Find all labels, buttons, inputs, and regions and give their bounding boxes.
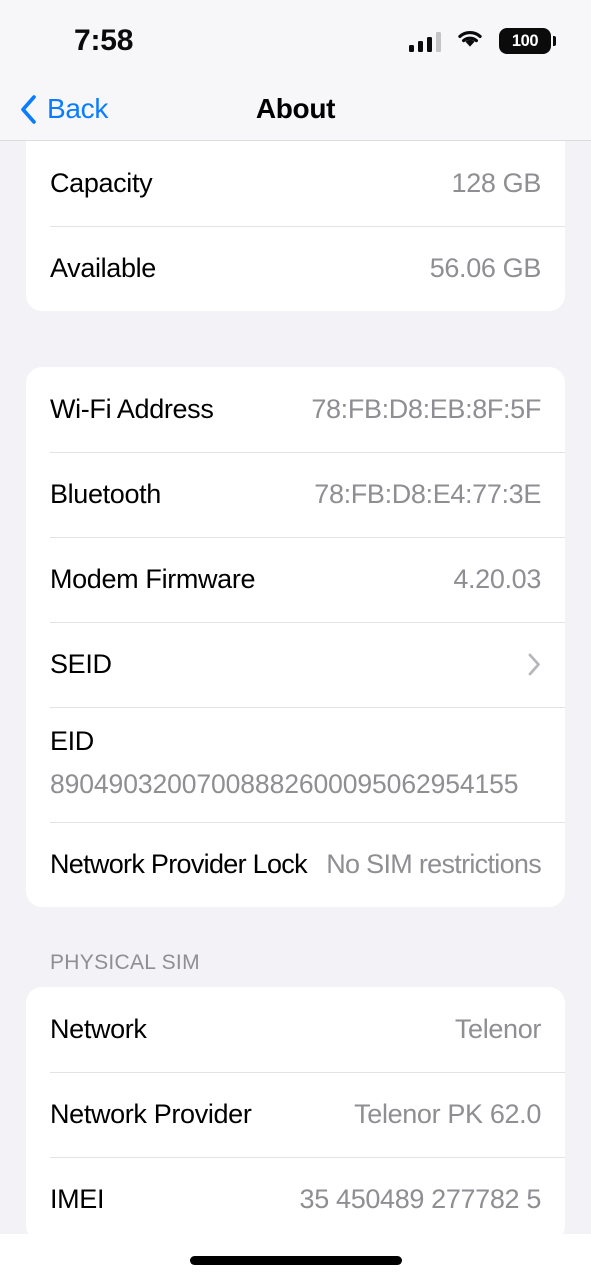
row-value: 128 GB (451, 168, 542, 198)
table-row-bluetooth[interactable]: Bluetooth 78:FB:D8:E4:77:3E (26, 452, 565, 537)
back-button-label: Back (47, 93, 109, 124)
row-label: SEID (50, 649, 112, 679)
row-value: Telenor (454, 1014, 541, 1044)
table-row-network[interactable]: Network Telenor (26, 987, 565, 1072)
section-device-identifiers: Wi-Fi Address 78:FB:D8:EB:8F:5F Bluetoot… (26, 367, 565, 907)
cellular-signal-icon (408, 30, 441, 52)
table-row-wifi-address[interactable]: Wi-Fi Address 78:FB:D8:EB:8F:5F (26, 367, 565, 452)
section-physical-sim: Network Telenor Network Provider Telenor… (26, 987, 565, 1242)
chevron-left-icon (20, 94, 37, 124)
table-row-available[interactable]: Available 56.06 GB (26, 226, 565, 311)
row-value: 35 450489 277782 5 (299, 1184, 542, 1214)
table-row-network-provider[interactable]: Network Provider Telenor PK 62.0 (26, 1072, 565, 1157)
row-label: Modem Firmware (50, 564, 256, 594)
row-value: 4.20.03 (453, 564, 541, 594)
navigation-bar: Back About (0, 78, 591, 141)
section-header-physical-sim: PHYSICAL SIM (50, 951, 200, 974)
table-row-eid[interactable]: EID 89049032007008882600095062954155 (26, 707, 565, 822)
status-bar: 7:58 100 (0, 0, 591, 78)
row-label: Network Provider Lock (50, 849, 308, 879)
row-value: 78:FB:D8:EB:8F:5F (311, 394, 541, 424)
row-label: EID (50, 726, 94, 756)
row-label: IMEI (50, 1184, 105, 1214)
home-indicator[interactable] (189, 1256, 402, 1265)
status-bar-clock: 7:58 (74, 24, 134, 57)
table-row-modem-firmware[interactable]: Modem Firmware 4.20.03 (26, 537, 565, 622)
row-value: 56.06 GB (429, 253, 542, 283)
back-button[interactable]: Back (14, 89, 114, 129)
section-storage: Capacity 128 GB Available 56.06 GB (26, 141, 565, 311)
wifi-icon (456, 28, 484, 54)
row-label: Network Provider (50, 1099, 252, 1129)
row-value: 78:FB:D8:E4:77:3E (314, 479, 541, 509)
iphone-screen: 7:58 100 Back About Capacity 128 GB Avai… (0, 0, 591, 1280)
row-value: No SIM restrictions (326, 849, 541, 879)
settings-list[interactable]: Capacity 128 GB Available 56.06 GB Wi-Fi… (0, 141, 591, 1280)
row-value: 89049032007008882600095062954155 (50, 769, 519, 799)
battery-full-icon: 100 (499, 28, 556, 54)
table-row-capacity[interactable]: Capacity 128 GB (26, 141, 565, 226)
row-label: Wi-Fi Address (50, 394, 214, 424)
row-label: Capacity (50, 168, 153, 198)
battery-level-label: 100 (511, 31, 539, 50)
chevron-right-icon (528, 653, 541, 676)
table-row-imei[interactable]: IMEI 35 450489 277782 5 (26, 1157, 565, 1242)
row-label: Bluetooth (50, 479, 161, 509)
row-label: Available (50, 253, 156, 283)
table-row-seid[interactable]: SEID (26, 622, 565, 707)
status-bar-indicators: 100 (408, 28, 556, 54)
row-label: Network (50, 1014, 147, 1044)
table-row-network-provider-lock[interactable]: Network Provider Lock No SIM restriction… (26, 822, 565, 907)
row-value: Telenor PK 62.0 (354, 1099, 541, 1129)
